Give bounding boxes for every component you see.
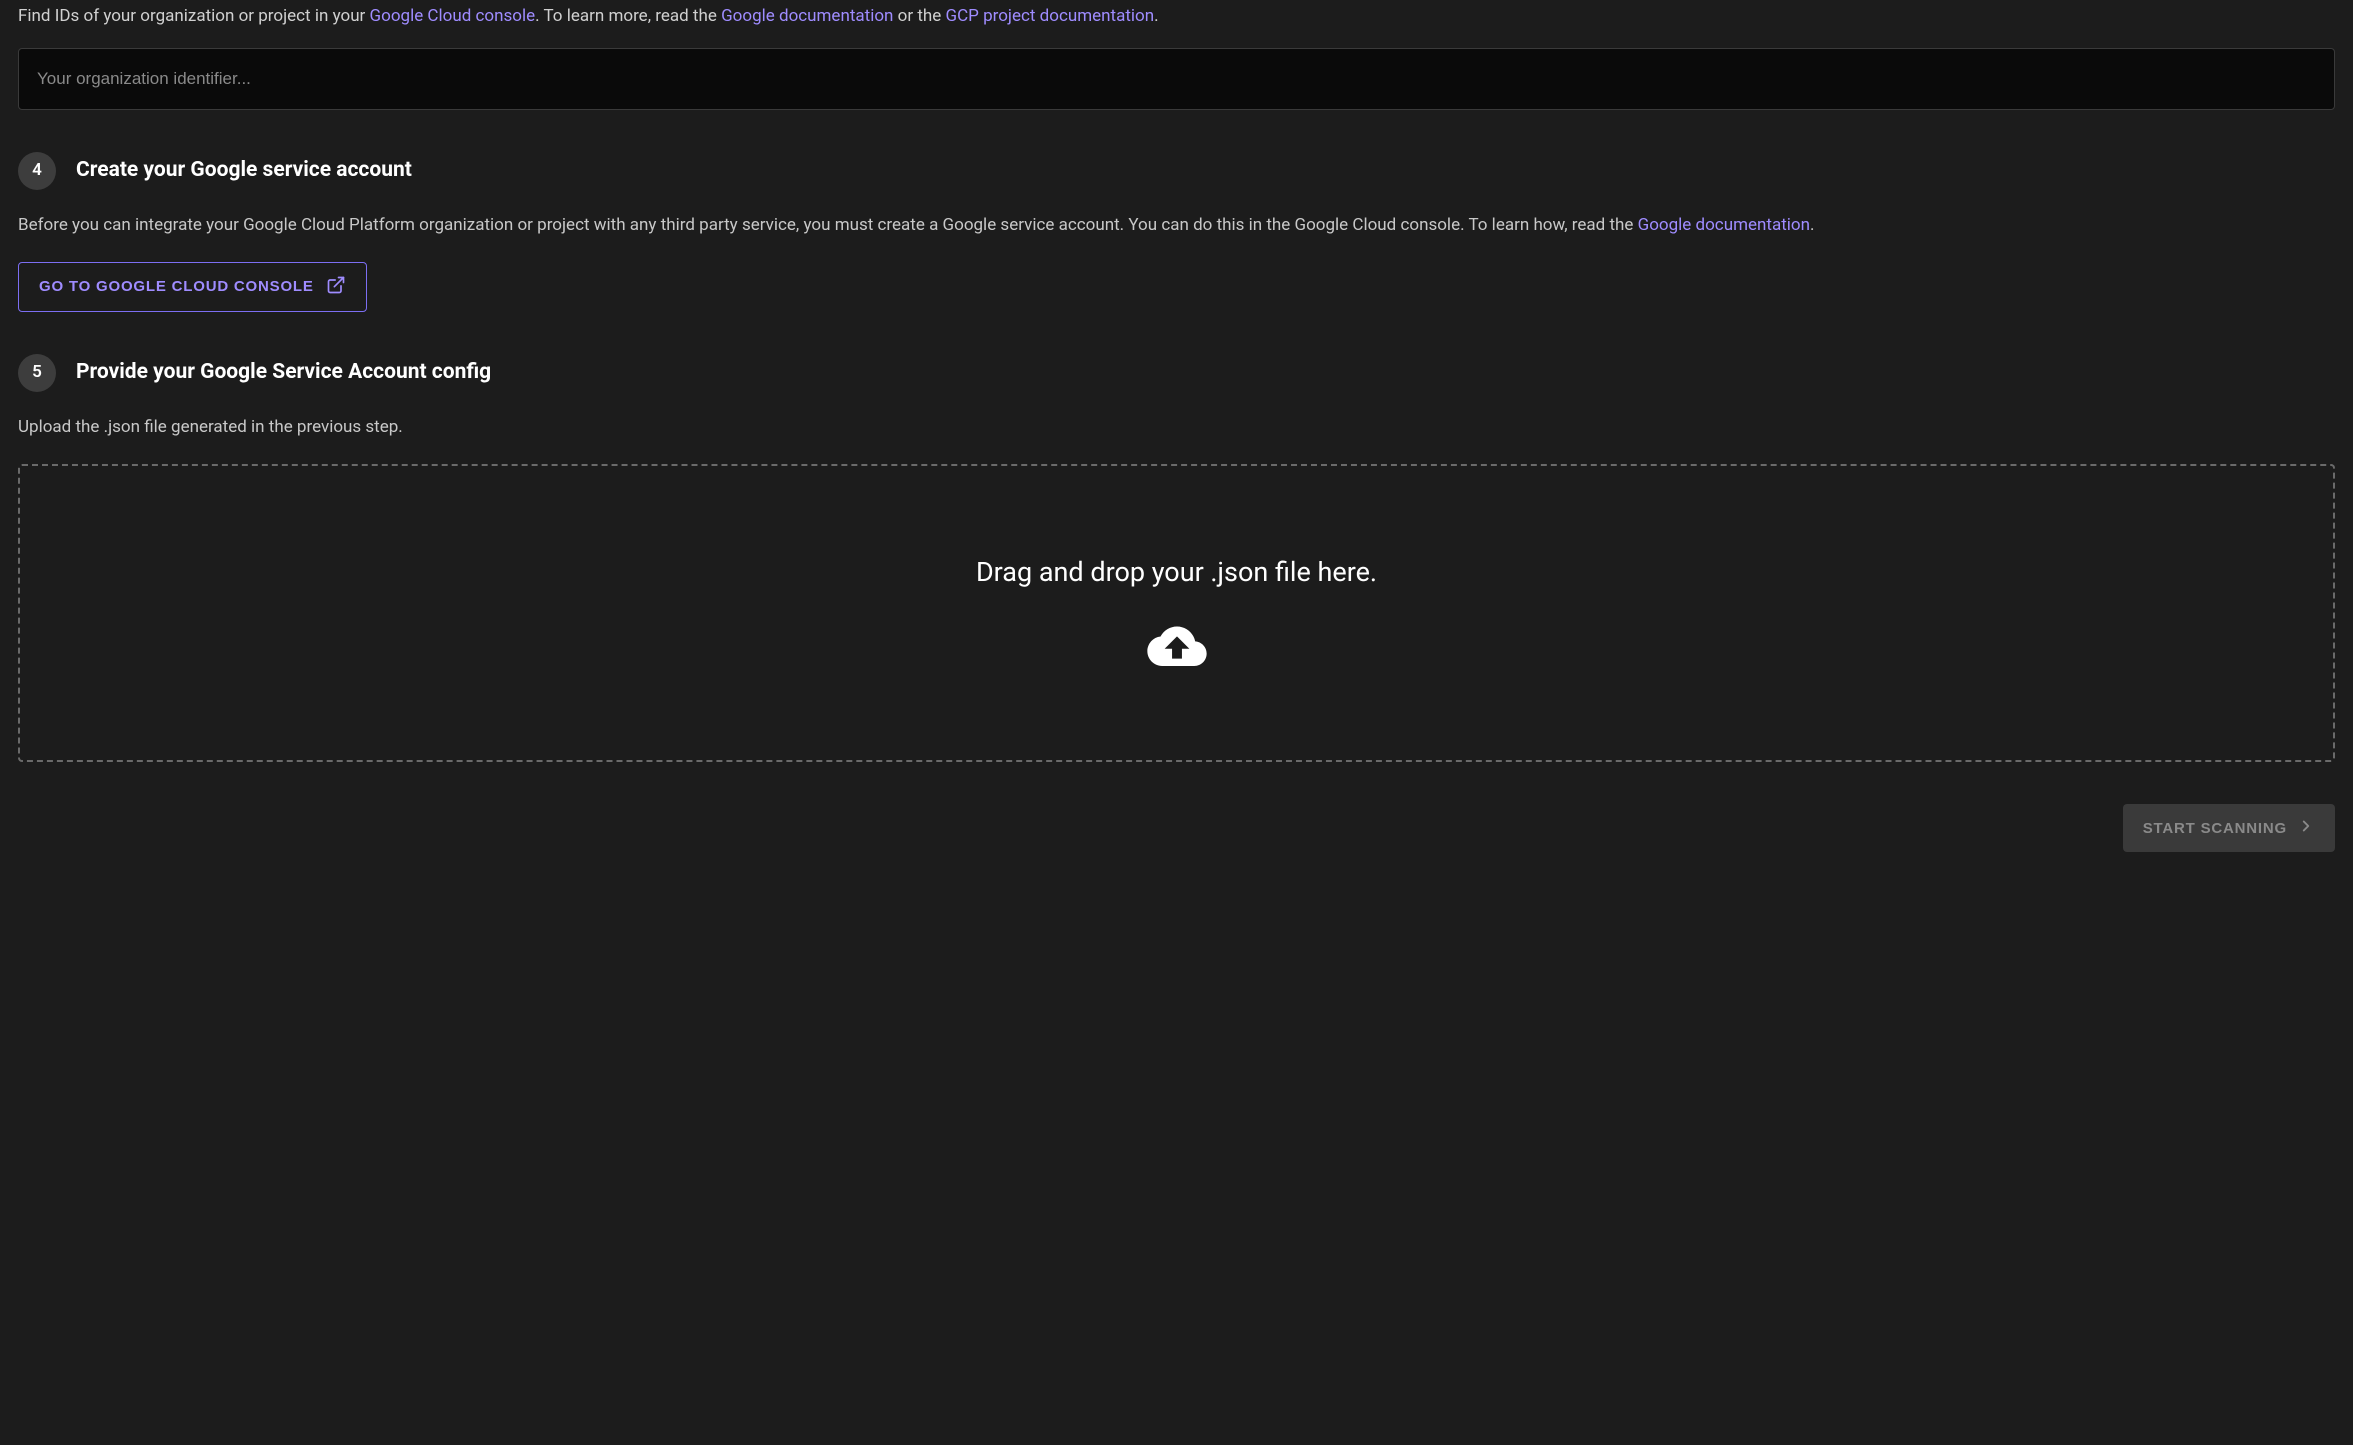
step-5-badge: 5 <box>18 354 56 392</box>
step-4-number: 4 <box>32 158 42 184</box>
step-5-header: 5 Provide your Google Service Account co… <box>18 354 2335 392</box>
intro-suffix: . <box>1154 6 1158 26</box>
step-5-description: Upload the .json file generated in the p… <box>18 414 2335 440</box>
chevron-right-icon <box>2297 817 2315 839</box>
step-4-header: 4 Create your Google service account <box>18 152 2335 190</box>
intro-mid1: . To learn more, read the <box>535 6 721 26</box>
google-cloud-console-link[interactable]: Google Cloud console <box>370 6 536 26</box>
step-4-title: Create your Google service account <box>76 155 412 187</box>
step-4-description: Before you can integrate your Google Clo… <box>18 212 2335 238</box>
step-4-desc-suffix: . <box>1810 215 1814 235</box>
intro-prefix: Find IDs of your organization or project… <box>18 6 370 26</box>
gcp-project-documentation-link[interactable]: GCP project documentation <box>945 6 1154 26</box>
json-file-dropzone[interactable]: Drag and drop your .json file here. <box>18 464 2335 762</box>
intro-paragraph: Find IDs of your organization or project… <box>18 4 2335 30</box>
step-4-google-documentation-link[interactable]: Google documentation <box>1638 215 1810 235</box>
dropzone-text: Drag and drop your .json file here. <box>976 552 1377 593</box>
intro-mid2: or the <box>893 6 945 26</box>
start-scanning-label: START SCANNING <box>2143 820 2287 837</box>
go-to-google-cloud-console-button[interactable]: GO TO GOOGLE CLOUD CONSOLE <box>18 262 367 312</box>
google-documentation-link[interactable]: Google documentation <box>721 6 893 26</box>
step-5-number: 5 <box>32 360 42 386</box>
start-scanning-button[interactable]: START SCANNING <box>2123 804 2335 852</box>
step-4-badge: 4 <box>18 152 56 190</box>
external-link-icon <box>326 275 346 299</box>
go-to-console-button-label: GO TO GOOGLE CLOUD CONSOLE <box>39 278 314 295</box>
cloud-upload-icon <box>1147 624 1207 675</box>
footer-actions: START SCANNING <box>18 804 2335 852</box>
organization-identifier-input[interactable] <box>18 48 2335 110</box>
step-5-title: Provide your Google Service Account conf… <box>76 357 491 389</box>
step-4-desc-prefix: Before you can integrate your Google Clo… <box>18 215 1638 235</box>
